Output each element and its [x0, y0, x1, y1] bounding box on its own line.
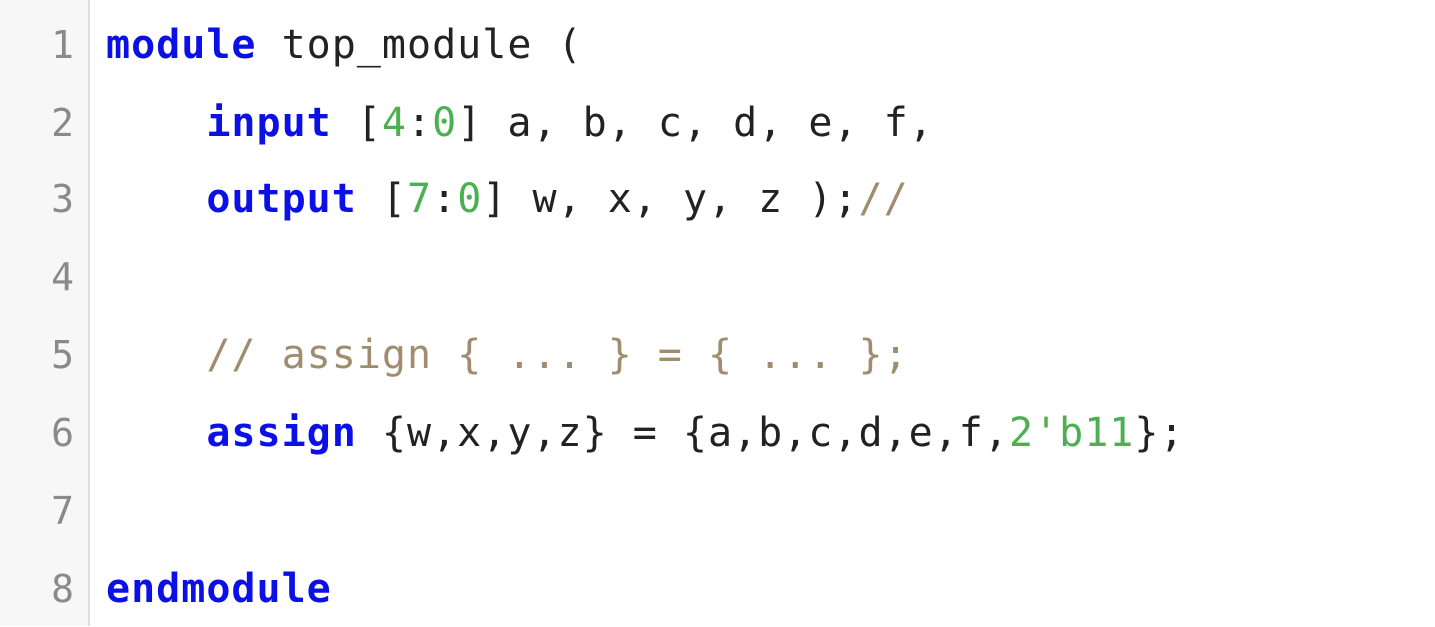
- number-token: 7: [407, 175, 433, 222]
- code-line[interactable]: 1 module top_module (: [0, 6, 1435, 83]
- line-number: 2: [51, 100, 74, 145]
- code-text[interactable]: // assign { ... } = { ... };: [106, 332, 909, 378]
- code-line[interactable]: 2 input [4:0] a, b, c, d, e, f,: [0, 84, 1435, 161]
- number-token: 0: [432, 99, 458, 146]
- code-text[interactable]: endmodule: [106, 566, 332, 612]
- line-number: 1: [51, 22, 74, 67]
- keyword-token: module: [106, 21, 257, 68]
- code-text[interactable]: output [7:0] w, x, y, z );//: [106, 176, 909, 222]
- number-token: 4: [381, 99, 408, 146]
- text-token: :: [407, 99, 433, 146]
- code-editor[interactable]: 1 module top_module (2 input [4:0] a, b, …: [0, 0, 1435, 626]
- number-token: 0: [457, 175, 483, 222]
- text-token: [: [356, 175, 407, 222]
- comment-token: // assign { ... } = { ... };: [206, 331, 909, 378]
- code-line[interactable]: 7: [0, 472, 1435, 549]
- text-token: };: [1134, 409, 1185, 456]
- code-line[interactable]: 4: [0, 238, 1435, 315]
- text-token: :: [432, 175, 458, 222]
- code-line[interactable]: 6 assign {w,x,y,z} = {a,b,c,d,e,f,2'b11}…: [0, 394, 1435, 471]
- text-token: {w,x,y,z} = {a,b,c,d,e,f,: [356, 409, 1009, 456]
- keyword-token: assign: [206, 409, 357, 456]
- line-number: 5: [51, 332, 74, 377]
- text-token: ] a, b, c, d, e, f,: [457, 99, 934, 146]
- code-line[interactable]: 5 // assign { ... } = { ... };: [0, 316, 1435, 393]
- code-line[interactable]: 3 output [7:0] w, x, y, z );//: [0, 160, 1435, 237]
- code-text[interactable]: assign {w,x,y,z} = {a,b,c,d,e,f,2'b11};: [106, 410, 1185, 456]
- code-text[interactable]: input [4:0] a, b, c, d, e, f,: [106, 100, 934, 146]
- line-number: 4: [51, 254, 74, 299]
- text-token: [: [331, 99, 382, 146]
- number-token: 2'b11: [1008, 409, 1135, 456]
- keyword-token: endmodule: [106, 565, 332, 612]
- text-token: ] w, x, y, z );: [482, 175, 859, 222]
- line-number: 6: [51, 410, 74, 455]
- code-text[interactable]: module top_module (: [106, 22, 583, 68]
- keyword-token: input: [206, 99, 332, 146]
- line-number: 3: [51, 176, 74, 221]
- code-line[interactable]: 8 endmodule: [0, 550, 1435, 627]
- line-number: 7: [51, 488, 74, 533]
- comment-token: //: [858, 175, 909, 222]
- line-number: 8: [51, 566, 74, 611]
- text-token: top_module (: [256, 21, 583, 68]
- keyword-token: output: [206, 175, 357, 222]
